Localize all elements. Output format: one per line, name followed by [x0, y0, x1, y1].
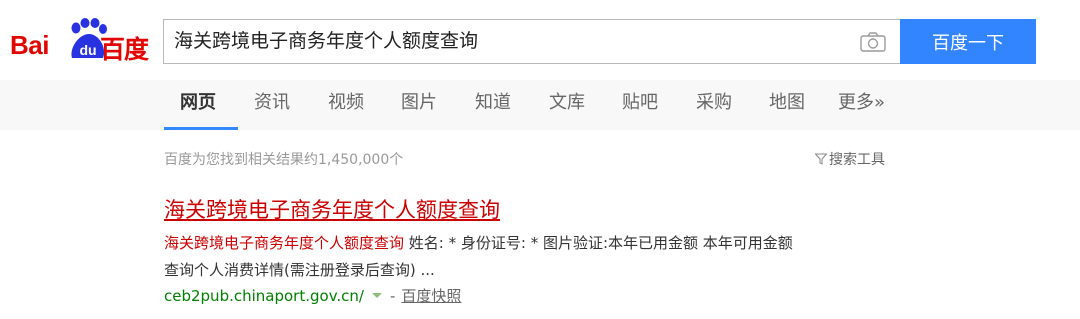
snippet-text-line2: 查询个人消费详情(需注册登录后查询) ...	[164, 261, 435, 279]
separator: -	[389, 286, 396, 305]
search-button[interactable]: 百度一下	[900, 19, 1036, 64]
tab-bar: 网页 资讯 视频 图片 知道 文库 贴吧 采购 地图 更多»	[0, 80, 1080, 130]
search-input[interactable]	[174, 20, 824, 63]
caret-down-icon[interactable]	[371, 293, 382, 298]
logo-text-baidu: 百度	[100, 35, 149, 64]
result-snippet: 海关跨境电子商务年度个人额度查询 姓名: * 身份证号: * 图片验证:本年已用…	[164, 230, 904, 284]
logo-text-bai: Bai	[10, 30, 49, 60]
search-tools-button[interactable]: 搜索工具	[815, 149, 885, 169]
result-url[interactable]: ceb2pub.chinaport.gov.cn/	[164, 287, 364, 305]
tab-tieba[interactable]: 贴吧	[622, 80, 658, 130]
tab-zhidao[interactable]: 知道	[475, 80, 511, 130]
filter-icon	[815, 153, 827, 165]
search-box	[163, 19, 900, 64]
tab-news[interactable]: 资讯	[254, 80, 290, 130]
tab-wenku[interactable]: 文库	[549, 80, 585, 130]
tab-web[interactable]: 网页	[180, 80, 216, 130]
tab-map[interactable]: 地图	[769, 80, 805, 130]
snippet-text: 姓名: * 身份证号: * 图片验证:本年已用金额 本年可用金额	[404, 234, 793, 252]
active-tab-indicator	[164, 127, 238, 130]
result-url-line: ceb2pub.chinaport.gov.cn/ - 百度快照	[164, 285, 461, 306]
result-title-link[interactable]: 海关跨境电子商务年度个人额度查询	[164, 194, 500, 224]
tab-video[interactable]: 视频	[328, 80, 364, 130]
tab-images[interactable]: 图片	[401, 80, 437, 130]
snapshot-link[interactable]: 百度快照	[401, 285, 461, 306]
search-tools-label: 搜索工具	[829, 152, 885, 168]
logo-text-du: du	[79, 42, 96, 58]
result-count: 百度为您找到相关结果约1,450,000个	[164, 152, 404, 168]
tab-more[interactable]: 更多»	[838, 80, 885, 130]
baidu-logo[interactable]: Bai du 百度	[10, 12, 152, 64]
camera-icon[interactable]	[860, 32, 886, 52]
snippet-highlight: 海关跨境电子商务年度个人额度查询	[164, 234, 405, 252]
tab-purchase[interactable]: 采购	[696, 80, 732, 130]
